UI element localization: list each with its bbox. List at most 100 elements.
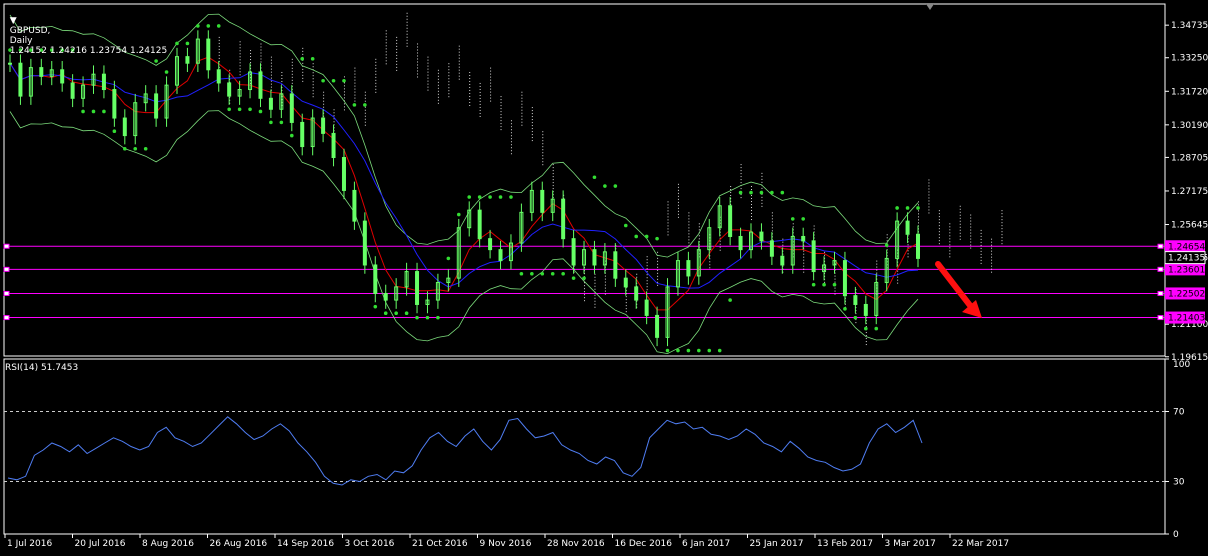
cloud-dot bbox=[521, 97, 523, 99]
cloud-dot bbox=[677, 198, 679, 200]
cloud-dot bbox=[834, 293, 836, 295]
cloud-dot bbox=[490, 97, 492, 99]
cloud-dot bbox=[782, 244, 784, 246]
cloud-dot bbox=[751, 210, 753, 212]
sar-dot bbox=[310, 57, 315, 61]
cloud-dot bbox=[270, 71, 272, 73]
cloud-dot bbox=[500, 111, 502, 113]
sar-dot bbox=[206, 24, 211, 28]
cloud-dot bbox=[218, 48, 220, 50]
cloud-dot bbox=[782, 238, 784, 240]
candle-body bbox=[498, 249, 503, 262]
cloud-dot bbox=[980, 241, 982, 243]
sar-dot bbox=[822, 282, 826, 287]
cloud-dot bbox=[667, 204, 669, 206]
cloud-dot bbox=[677, 192, 679, 194]
cloud-dot bbox=[667, 201, 669, 203]
sar-dot bbox=[540, 271, 545, 276]
cloud-dot bbox=[761, 172, 763, 174]
cloud-dot bbox=[542, 149, 544, 151]
sar-dot bbox=[383, 311, 388, 316]
cloud-dot bbox=[417, 46, 419, 48]
cloud-dot bbox=[1001, 228, 1003, 230]
cloud-dot bbox=[657, 257, 659, 259]
cloud-dot bbox=[375, 70, 377, 72]
cloud-dot bbox=[323, 103, 325, 105]
cloud-dot bbox=[531, 113, 533, 115]
cloud-dot bbox=[239, 65, 241, 67]
rsi-tick-label: 30 bbox=[1173, 478, 1185, 488]
cloud-dot bbox=[448, 63, 450, 65]
cloud-dot bbox=[417, 67, 419, 69]
cloud-dot bbox=[897, 270, 899, 272]
cloud-dot bbox=[385, 63, 387, 65]
cloud-dot bbox=[824, 251, 826, 253]
cloud-dot bbox=[479, 91, 481, 93]
cloud-dot bbox=[396, 51, 398, 53]
cloud-dot bbox=[385, 57, 387, 59]
cloud-dot bbox=[396, 36, 398, 38]
cloud-dot bbox=[218, 39, 220, 41]
cloud-dot bbox=[865, 338, 867, 340]
cloud-dot bbox=[239, 44, 241, 46]
cloud-dot bbox=[646, 259, 648, 261]
cloud-dot bbox=[479, 109, 481, 111]
cloud-dot bbox=[667, 219, 669, 221]
cloud-dot bbox=[657, 263, 659, 265]
candle-body bbox=[216, 69, 221, 84]
sar-dot bbox=[185, 41, 190, 46]
cloud-dot bbox=[312, 63, 314, 65]
cloud-dot bbox=[865, 332, 867, 334]
candle-body bbox=[686, 260, 691, 277]
cloud-dot bbox=[531, 131, 533, 133]
cloud-dot bbox=[385, 36, 387, 38]
cloud-dot bbox=[270, 65, 272, 67]
cloud-dot bbox=[239, 62, 241, 64]
cloud-dot bbox=[980, 238, 982, 240]
cloud-dot bbox=[406, 42, 408, 44]
cloud-dot bbox=[343, 106, 345, 108]
cloud-dot bbox=[521, 91, 523, 93]
sar-dot bbox=[175, 41, 179, 46]
cloud-dot bbox=[250, 53, 252, 55]
cloud-dot bbox=[949, 226, 951, 228]
cloud-dot bbox=[636, 276, 638, 278]
cloud-dot bbox=[417, 70, 419, 72]
cloud-dot bbox=[448, 75, 450, 77]
cloud-dot bbox=[385, 33, 387, 35]
cloud-dot bbox=[688, 242, 690, 244]
price-tick-label: 1.34735 bbox=[1171, 21, 1208, 31]
sar-dot bbox=[196, 24, 200, 28]
cloud-dot bbox=[688, 233, 690, 235]
cloud-dot bbox=[469, 95, 471, 97]
candle-body bbox=[341, 157, 346, 191]
cloud-dot bbox=[928, 197, 930, 199]
cloud-dot bbox=[959, 226, 961, 228]
cloud-dot bbox=[959, 211, 961, 213]
cloud-dot bbox=[876, 263, 878, 265]
cloud-dot bbox=[396, 66, 398, 68]
cloud-dot bbox=[312, 96, 314, 98]
cloud-dot bbox=[740, 179, 742, 181]
cloud-dot bbox=[343, 94, 345, 96]
cloud-dot bbox=[886, 234, 888, 236]
cloud-dot bbox=[646, 283, 648, 285]
candle-body bbox=[488, 238, 493, 251]
cloud-dot bbox=[354, 82, 356, 84]
cloud-dot bbox=[469, 92, 471, 94]
sar-dot bbox=[644, 234, 649, 239]
cloud-dot bbox=[970, 238, 972, 240]
cloud-dot bbox=[312, 84, 314, 86]
cloud-dot bbox=[991, 238, 993, 240]
cloud-dot bbox=[918, 219, 919, 221]
cloud-dot bbox=[312, 93, 314, 95]
cloud-dot bbox=[876, 269, 878, 271]
cloud-dot bbox=[500, 126, 502, 128]
cloud-dot bbox=[521, 121, 523, 123]
cloud-dot bbox=[886, 240, 888, 242]
dropdown-icon[interactable]: ▼ bbox=[10, 16, 17, 26]
cloud-dot bbox=[250, 50, 252, 52]
cloud-dot bbox=[991, 241, 993, 243]
time-tick-label: 20 Jul 2016 bbox=[75, 539, 126, 549]
cloud-dot bbox=[448, 84, 450, 86]
